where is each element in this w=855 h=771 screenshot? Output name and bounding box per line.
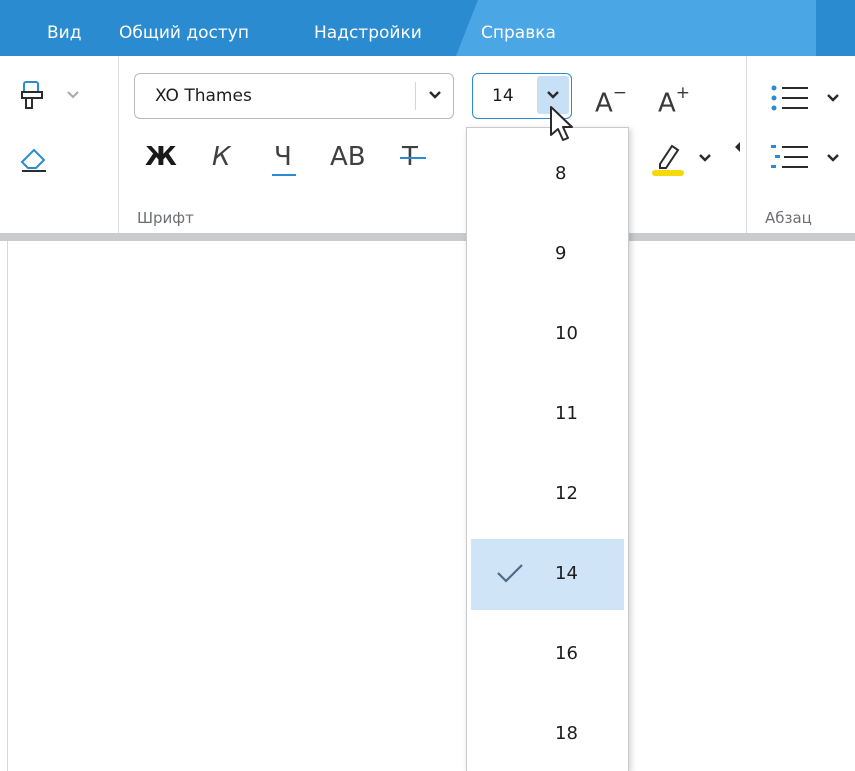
font-size-option[interactable]: 8 bbox=[471, 139, 624, 210]
bold-button[interactable]: Ж bbox=[145, 141, 177, 173]
eraser-icon[interactable] bbox=[18, 144, 50, 174]
menu-item-help[interactable]: Справка bbox=[481, 21, 556, 45]
menu-item-addins[interactable]: Надстройки bbox=[314, 21, 422, 45]
font-size-option-label: 12 bbox=[555, 483, 578, 504]
grow-font-mark: + bbox=[675, 83, 691, 103]
shrink-font-letter: A bbox=[595, 88, 613, 119]
font-name-combobox[interactable]: XO Thames bbox=[134, 73, 454, 119]
font-size-chevron-down-icon bbox=[547, 91, 559, 99]
font-size-option-label: 8 bbox=[555, 163, 567, 184]
shrink-font-button[interactable]: A− bbox=[595, 82, 627, 119]
font-size-option-label: 9 bbox=[555, 243, 567, 264]
group-scroll-left-icon[interactable] bbox=[735, 142, 741, 152]
font-size-option-label: 14 bbox=[555, 563, 578, 584]
font-size-value: 14 bbox=[492, 86, 514, 106]
ribbon-separator bbox=[118, 56, 119, 233]
italic-button[interactable]: К bbox=[212, 141, 230, 173]
grow-font-button[interactable]: A+ bbox=[658, 82, 690, 119]
menu-item-view[interactable]: Вид bbox=[47, 21, 81, 45]
ribbon-bottom-border bbox=[0, 233, 855, 241]
font-size-option[interactable]: 14 bbox=[471, 539, 624, 610]
bulleted-list-chevron-down-icon[interactable] bbox=[826, 93, 840, 103]
multilevel-list-icon[interactable] bbox=[770, 141, 810, 173]
font-size-option-label: 11 bbox=[555, 403, 578, 424]
underline-indicator bbox=[272, 174, 296, 176]
document-canvas[interactable] bbox=[8, 241, 855, 771]
bulleted-list-icon[interactable] bbox=[770, 82, 810, 114]
menu-bar: Вид Общий доступ Надстройки Справка bbox=[0, 0, 855, 56]
menu-item-sharing[interactable]: Общий доступ bbox=[119, 21, 249, 45]
font-size-option[interactable]: 16 bbox=[471, 619, 624, 690]
font-name-value: XO Thames bbox=[155, 86, 252, 106]
ribbon-separator bbox=[746, 56, 747, 233]
format-painter-chevron-down-icon[interactable] bbox=[66, 90, 80, 100]
checkmark-icon bbox=[497, 564, 523, 583]
group-label-paragraph: Абзац bbox=[765, 209, 812, 227]
multilevel-list-chevron-down-icon[interactable] bbox=[826, 153, 840, 163]
mouse-cursor-icon bbox=[550, 106, 573, 141]
group-label-font: Шрифт bbox=[137, 209, 194, 227]
font-size-option[interactable]: 12 bbox=[471, 459, 624, 530]
font-name-chevron-down-icon[interactable] bbox=[428, 90, 442, 100]
grow-font-letter: A bbox=[658, 88, 676, 119]
shrink-font-mark: − bbox=[612, 83, 628, 103]
font-size-option[interactable]: 10 bbox=[471, 299, 624, 370]
font-size-option-label: 16 bbox=[555, 643, 578, 664]
highlight-chevron-down-icon[interactable] bbox=[698, 153, 712, 163]
font-size-option[interactable]: 11 bbox=[471, 379, 624, 450]
strikethrough-indicator bbox=[400, 157, 426, 159]
font-combo-divider bbox=[415, 82, 416, 110]
font-size-option-label: 18 bbox=[555, 723, 578, 744]
font-size-option[interactable]: 18 bbox=[471, 699, 624, 770]
all-caps-button[interactable]: АВ bbox=[330, 141, 366, 173]
font-size-dropdown-list: 8 9 10 11 12 14 16 18 bbox=[466, 127, 629, 771]
highlight-icon[interactable] bbox=[652, 138, 686, 178]
underline-button[interactable]: Ч bbox=[274, 141, 292, 173]
underline-letter: Ч bbox=[274, 142, 292, 172]
font-size-option-label: 10 bbox=[555, 323, 578, 344]
format-painter-icon[interactable] bbox=[18, 78, 48, 114]
font-size-option[interactable]: 9 bbox=[471, 219, 624, 290]
